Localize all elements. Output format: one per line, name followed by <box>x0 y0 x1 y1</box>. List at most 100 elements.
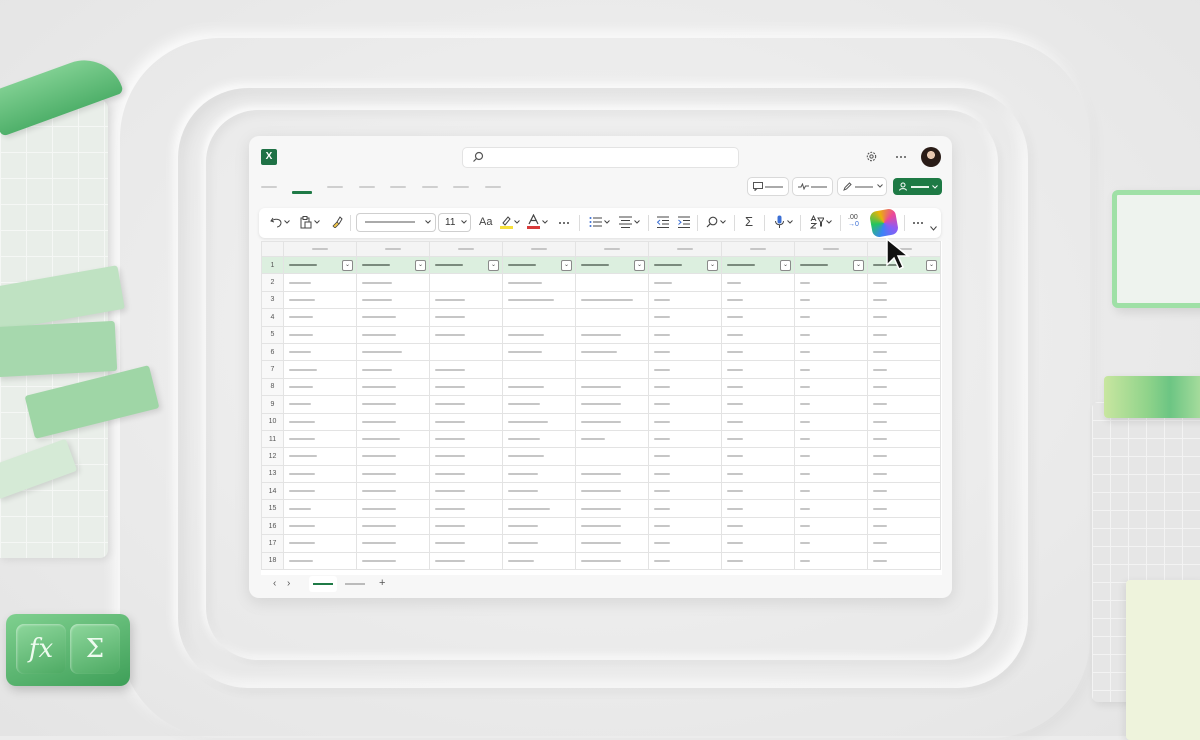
cell[interactable] <box>502 499 576 518</box>
row-number[interactable]: 14 <box>261 482 284 501</box>
filter-dropdown-icon[interactable]: ⌄ <box>342 260 353 271</box>
cell[interactable] <box>867 499 941 518</box>
cell[interactable] <box>575 342 649 362</box>
cell[interactable] <box>283 516 357 536</box>
tab-home[interactable] <box>292 191 312 194</box>
cell[interactable] <box>575 429 649 449</box>
cell[interactable] <box>721 534 795 553</box>
font-name-select[interactable] <box>357 214 435 231</box>
align-icon[interactable] <box>619 216 632 228</box>
cell[interactable] <box>648 516 722 536</box>
filter-dropdown-icon[interactable]: ⌄ <box>707 260 718 271</box>
cell[interactable] <box>502 290 576 310</box>
row-number[interactable]: 10 <box>261 412 284 431</box>
cell[interactable] <box>794 412 868 431</box>
cell[interactable] <box>502 273 576 292</box>
more-icon[interactable] <box>558 221 570 225</box>
highlight-icon[interactable] <box>500 215 513 229</box>
spreadsheet-grid[interactable]: 1 ⌄ ⌄ ⌄ ⌄ ⌄ ⌄ ⌄ ⌄ ⌄ 2 3 4 5 6 7 8 9 10 11 12 13 14 15 16 17 18 <box>261 241 942 575</box>
filter-dropdown-icon[interactable]: ⌄ <box>561 260 572 271</box>
cell[interactable] <box>648 412 722 431</box>
cell[interactable] <box>502 516 576 536</box>
row-number[interactable]: 17 <box>261 534 284 553</box>
row-number[interactable]: 9 <box>261 395 284 414</box>
header-cell[interactable]: ⌄ <box>575 255 649 275</box>
cell[interactable] <box>356 308 430 327</box>
share-button[interactable] <box>893 178 942 195</box>
cell[interactable] <box>356 429 430 449</box>
bullets-icon[interactable] <box>589 216 602 228</box>
cell[interactable] <box>721 377 795 397</box>
cell[interactable] <box>429 360 503 379</box>
cell[interactable] <box>648 308 722 327</box>
cell[interactable] <box>283 360 357 379</box>
cell[interactable] <box>502 360 576 379</box>
cell[interactable] <box>429 377 503 397</box>
cell[interactable] <box>648 360 722 379</box>
cell[interactable] <box>575 447 649 466</box>
cell[interactable] <box>867 447 941 466</box>
cell[interactable] <box>283 447 357 466</box>
row-number[interactable]: 13 <box>261 464 284 484</box>
cell[interactable] <box>867 290 941 310</box>
autosum-button[interactable]: Σ <box>745 214 753 229</box>
cell[interactable] <box>721 342 795 362</box>
chevron-down-icon[interactable] <box>720 220 726 224</box>
sheet-tab-active[interactable] <box>309 576 337 592</box>
cell[interactable] <box>283 499 357 518</box>
paste-icon[interactable] <box>300 216 312 229</box>
cell[interactable] <box>356 534 430 553</box>
cell[interactable] <box>794 360 868 379</box>
cell[interactable] <box>721 464 795 484</box>
chevron-down-icon[interactable] <box>542 220 548 224</box>
cell[interactable] <box>429 273 503 292</box>
cell[interactable] <box>356 464 430 484</box>
search-input[interactable] <box>463 148 738 167</box>
cell[interactable] <box>794 308 868 327</box>
cell[interactable] <box>356 482 430 501</box>
header-cell[interactable]: ⌄ <box>721 255 795 275</box>
cell[interactable] <box>502 308 576 327</box>
chevron-down-icon[interactable] <box>604 220 610 224</box>
comments-button[interactable] <box>748 178 788 195</box>
cell[interactable] <box>575 377 649 397</box>
filter-dropdown-icon[interactable]: ⌄ <box>853 260 864 271</box>
increase-indent-icon[interactable] <box>678 216 690 228</box>
cell[interactable] <box>721 325 795 344</box>
tab-review[interactable] <box>485 186 501 188</box>
cell[interactable] <box>356 447 430 466</box>
cell[interactable] <box>283 308 357 327</box>
cell[interactable] <box>283 342 357 362</box>
cell[interactable] <box>283 464 357 484</box>
header-cell[interactable]: ⌄ <box>283 255 357 275</box>
cell[interactable] <box>356 273 430 292</box>
cell[interactable] <box>502 464 576 484</box>
cell[interactable] <box>356 290 430 310</box>
chevron-down-icon[interactable] <box>826 220 832 224</box>
column-header[interactable] <box>794 241 868 257</box>
cell[interactable] <box>283 395 357 414</box>
row-number[interactable]: 2 <box>261 273 284 292</box>
cell[interactable] <box>648 499 722 518</box>
cell[interactable] <box>502 551 576 571</box>
format-painter-icon[interactable] <box>331 216 343 228</box>
cell[interactable] <box>283 377 357 397</box>
cell[interactable] <box>721 482 795 501</box>
expand-ribbon-icon[interactable] <box>930 226 937 231</box>
cell[interactable] <box>867 325 941 344</box>
font-size-select[interactable]: 11 <box>439 214 470 231</box>
select-all-corner[interactable] <box>261 241 284 257</box>
cell[interactable] <box>867 429 941 449</box>
chevron-down-icon[interactable] <box>787 220 793 224</box>
prev-sheet-icon[interactable]: ‹ <box>273 578 276 589</box>
cell[interactable] <box>429 482 503 501</box>
header-cell[interactable]: ⌄ <box>356 255 430 275</box>
cell[interactable] <box>867 360 941 379</box>
cell[interactable] <box>794 516 868 536</box>
cell[interactable] <box>648 447 722 466</box>
cell[interactable] <box>429 551 503 571</box>
cell[interactable] <box>867 482 941 501</box>
cell[interactable] <box>648 551 722 571</box>
cell[interactable] <box>721 412 795 431</box>
cell[interactable] <box>356 499 430 518</box>
